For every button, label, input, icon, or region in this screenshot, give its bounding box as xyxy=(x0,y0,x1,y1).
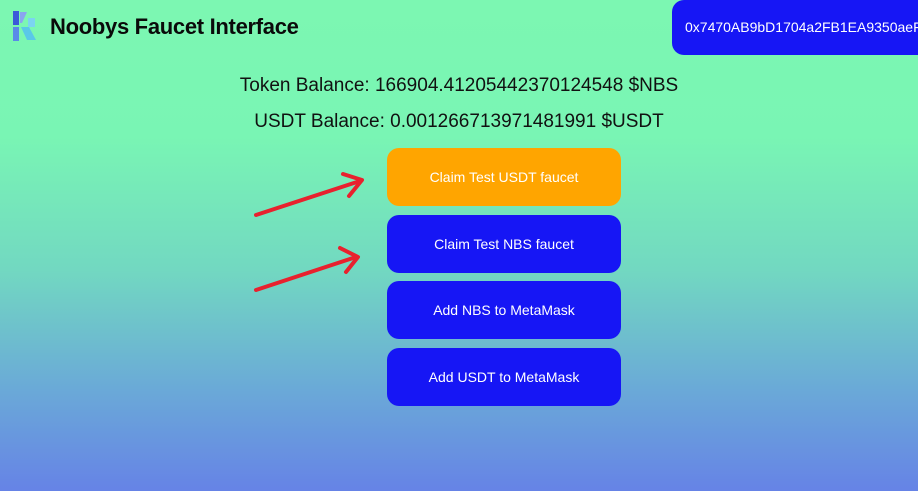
add-usdt-to-metamask-button[interactable]: Add USDT to MetaMask xyxy=(387,348,621,406)
app-title: Noobys Faucet Interface xyxy=(50,14,299,39)
noobys-logo-icon xyxy=(12,10,38,42)
usdt-balance: USDT Balance: 0.001266713971481991 $USDT xyxy=(254,111,664,132)
wallet-address-button[interactable]: 0x7470AB9bD1704a2FB1EA9350aeF51Ca xyxy=(672,0,918,55)
claim-usdt-faucet-button[interactable]: Claim Test USDT faucet xyxy=(387,148,621,206)
red-arrow-icon xyxy=(254,246,360,292)
add-nbs-to-metamask-button[interactable]: Add NBS to MetaMask xyxy=(387,281,621,339)
header: Noobys Faucet Interface 0x7470AB9bD1704a… xyxy=(0,0,918,56)
claim-nbs-faucet-button[interactable]: Claim Test NBS faucet xyxy=(387,215,621,273)
token-balance: Token Balance: 166904.41205442370124548 … xyxy=(239,75,679,96)
red-arrow-icon xyxy=(254,172,364,217)
